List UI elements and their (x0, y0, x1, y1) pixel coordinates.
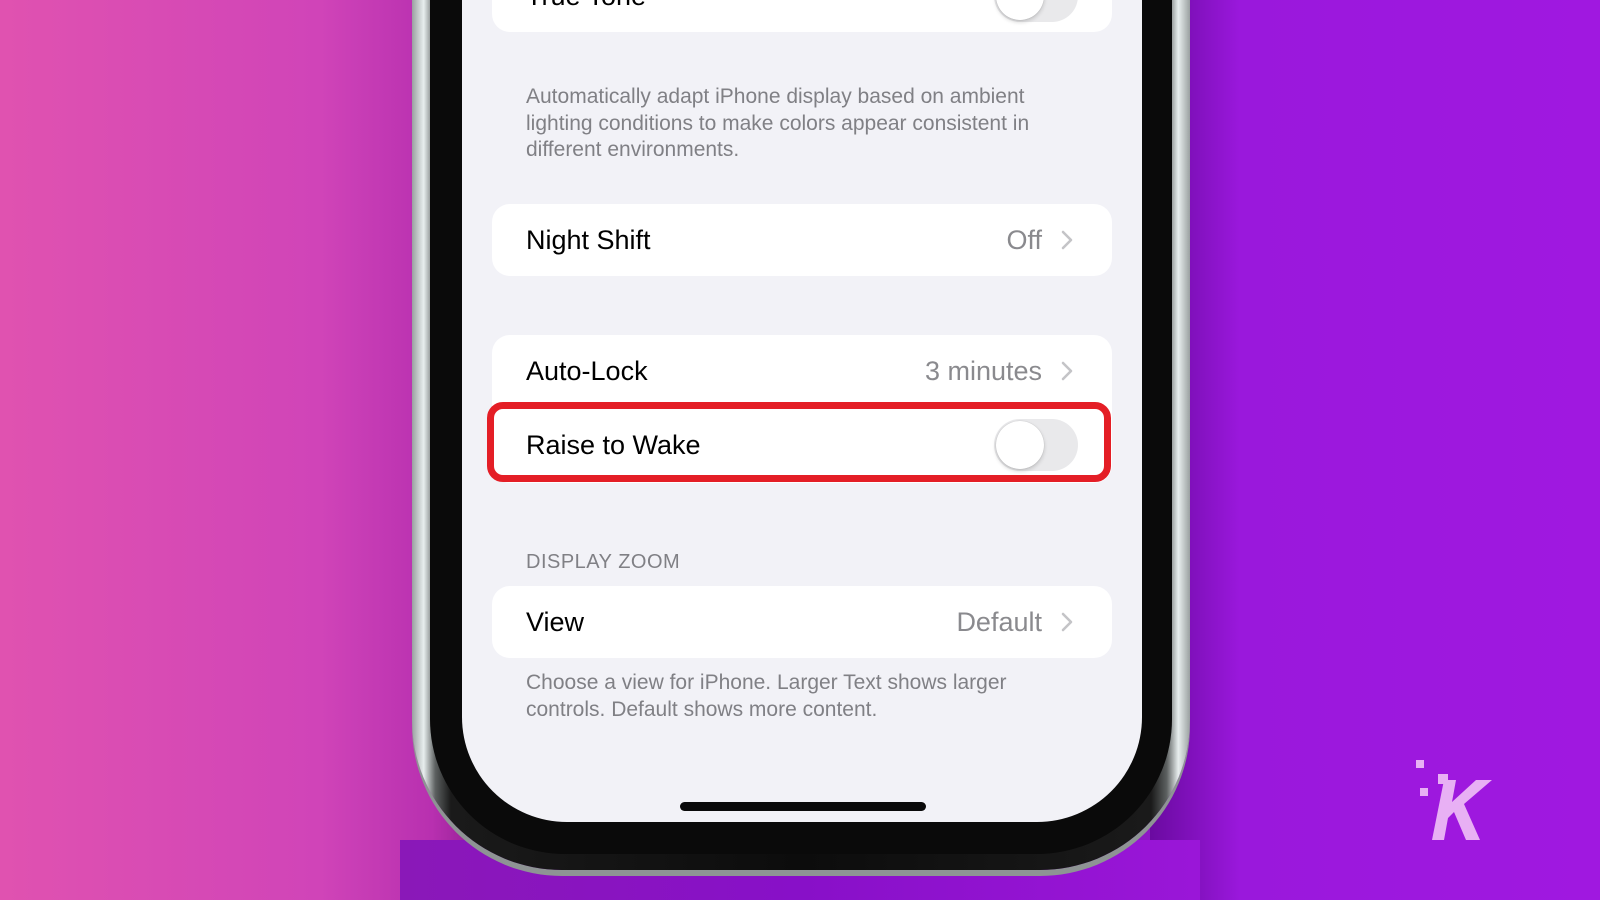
toggle-knob (996, 0, 1044, 20)
auto-lock-value: 3 minutes (924, 355, 1042, 386)
display-zoom-group: View Default (492, 586, 1112, 658)
view-label: View (526, 606, 585, 637)
night-shift-value: Off (1006, 224, 1042, 255)
home-indicator[interactable] (680, 802, 926, 811)
display-zoom-footnote: Choose a view for iPhone. Larger Text sh… (526, 671, 1007, 721)
night-shift-label: Night Shift (526, 224, 651, 255)
true-tone-group: True Tone (492, 0, 1112, 32)
view-row[interactable]: View Default (492, 586, 1112, 658)
display-zoom-header: DISPLAY ZOOM (526, 551, 681, 573)
true-tone-footnote: Automatically adapt iPhone display based… (526, 85, 1030, 161)
chevron-right-icon (1056, 611, 1078, 633)
background-right (1150, 0, 1600, 900)
night-shift-row[interactable]: Night Shift Off (492, 204, 1112, 276)
chevron-right-icon (1056, 360, 1078, 382)
auto-lock-label: Auto-Lock (526, 355, 648, 386)
true-tone-toggle[interactable] (994, 0, 1078, 22)
true-tone-label: True Tone (526, 0, 994, 12)
highlight-box (487, 402, 1111, 482)
chevron-right-icon (1056, 229, 1078, 251)
view-value: Default (956, 606, 1042, 637)
night-shift-group: Night Shift Off (492, 204, 1112, 276)
k-logo-icon (1414, 758, 1504, 848)
auto-lock-row[interactable]: Auto-Lock 3 minutes (492, 335, 1112, 407)
true-tone-row: True Tone (492, 0, 1112, 32)
